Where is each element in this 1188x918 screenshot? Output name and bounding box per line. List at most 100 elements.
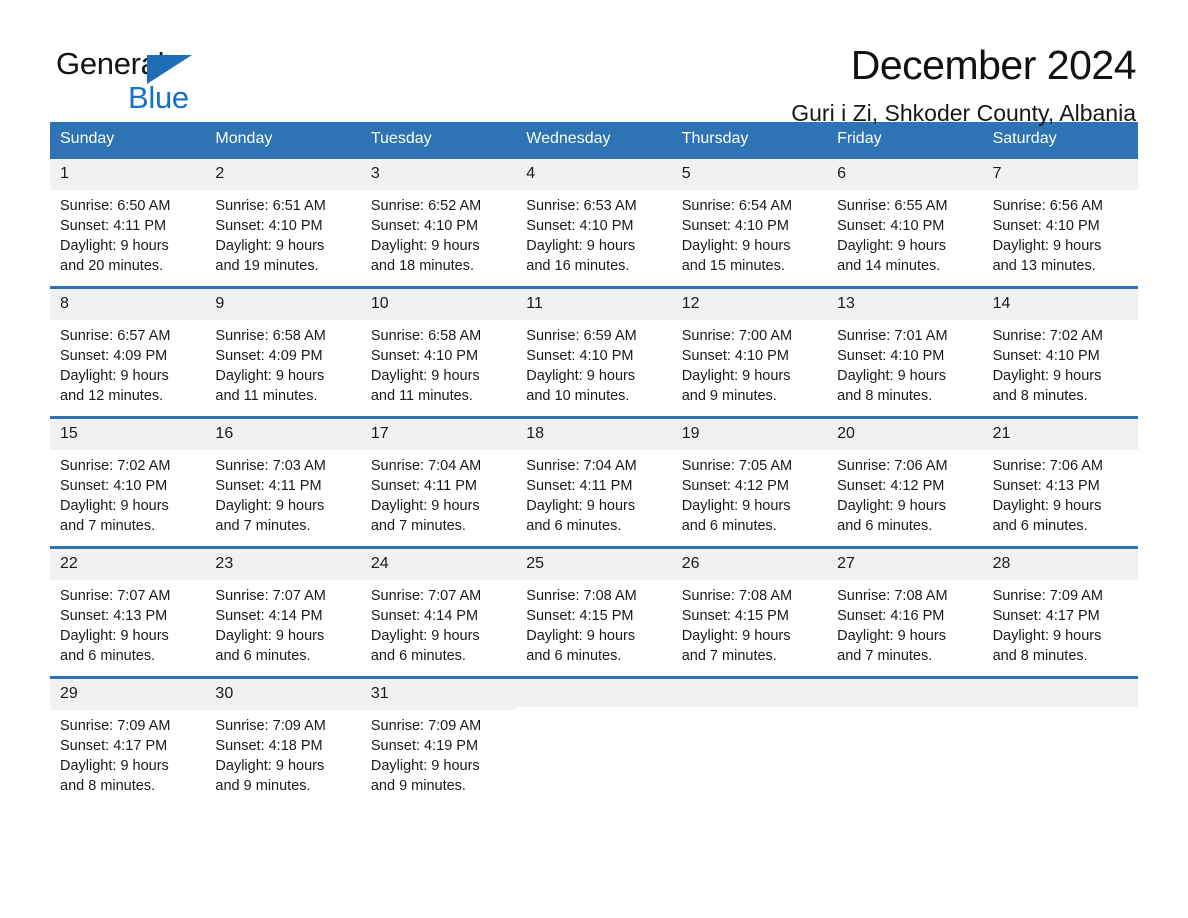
calendar-day-cell[interactable]: 12 Sunrise: 7:00 AM Sunset: 4:10 PM Dayligh… [671,289,828,407]
calendar-day-cell[interactable]: 10 Sunrise: 6:58 AM Sunset: 4:10 PM Dayligh… [360,289,517,407]
calendar-day-cell[interactable]: 17 Sunrise: 7:04 AM Sunset: 4:11 PM Dayligh… [360,419,517,537]
calendar-day-cell[interactable]: 3 Sunrise: 6:52 AM Sunset: 4:10 PM Daylight… [360,159,517,277]
calendar-day-cell[interactable]: 9 Sunrise: 6:58 AM Sunset: 4:09 PM Daylight… [205,289,361,407]
calendar-day-cell[interactable]: 27 Sunrise: 7:08 AM Sunset: 4:16 PM Dayligh… [827,549,983,667]
daylight-text: and 6 minutes. [215,647,311,664]
daylight-text: Daylight: 9 hours [370,237,480,254]
calendar-day-cell[interactable]: 29 Sunrise: 7:09 AM Sunset: 4:17 PM Dayligh… [50,679,206,797]
calendar-day-cell[interactable]: 5 Sunrise: 6:54 AM Sunset: 4:10 PM Daylight… [671,159,828,277]
daylight-text: and 8 minutes. [60,777,156,794]
weekday-header-monday: Monday [215,130,273,147]
daylight-text: and 6 minutes. [526,647,622,664]
weekday-header-thursday: Thursday [681,130,749,147]
daylight-text: Daylight: 9 hours [370,757,480,774]
calendar-day-cell[interactable]: 13 Sunrise: 7:01 AM Sunset: 4:10 PM Dayligh… [827,289,983,407]
sunrise-text: Sunrise: 7:02 AM [992,327,1103,344]
day-details: Sunrise: 6:52 AM Sunset: 4:10 PM Daylight:… [361,190,516,276]
day-details: Sunrise: 6:57 AM Sunset: 4:09 PM Daylight:… [50,320,205,406]
calendar-day-cell[interactable]: 20 Sunrise: 7:06 AM Sunset: 4:12 PM Dayligh… [827,419,983,537]
day-number: 3 [360,159,517,190]
sunset-text: Sunset: 4:10 PM [837,217,945,234]
day-details: Sunrise: 6:58 AM Sunset: 4:10 PM Daylight:… [361,320,516,406]
calendar-day-cell[interactable]: 7 Sunrise: 6:56 AM Sunset: 4:10 PM Daylight… [982,159,1138,277]
calendar-day-cell[interactable]: 1 Sunrise: 6:50 AM Sunset: 4:11 PM Daylight… [50,159,206,277]
day-number: 14 [982,289,1138,320]
day-number: 6 [827,159,983,190]
day-number: 28 [982,549,1138,580]
daylight-text: and 6 minutes. [526,517,622,534]
calendar-empty-cell [671,679,828,797]
calendar-day-cell[interactable]: 22 Sunrise: 7:07 AM Sunset: 4:13 PM Dayligh… [50,549,206,667]
daylight-text: Daylight: 9 hours [992,627,1102,644]
day-details [672,707,827,713]
calendar-day-cell[interactable]: 30 Sunrise: 7:09 AM Sunset: 4:18 PM Dayligh… [205,679,361,797]
calendar-day-cell[interactable]: 21 Sunrise: 7:06 AM Sunset: 4:13 PM Dayligh… [982,419,1138,537]
calendar-week-row: 1 Sunrise: 6:50 AM Sunset: 4:11 PM Daylight… [50,156,1138,278]
day-details: Sunrise: 7:06 AM Sunset: 4:13 PM Daylight:… [983,450,1138,536]
calendar-day-cell[interactable]: 25 Sunrise: 7:08 AM Sunset: 4:15 PM Dayligh… [516,549,672,667]
sunrise-text: Sunrise: 6:56 AM [992,197,1103,214]
day-number: 13 [827,289,983,320]
sunrise-text: Sunrise: 6:59 AM [526,327,637,344]
day-details: Sunrise: 6:51 AM Sunset: 4:10 PM Daylight:… [205,190,360,276]
calendar-day-cell[interactable]: 28 Sunrise: 7:09 AM Sunset: 4:17 PM Dayligh… [982,549,1138,667]
calendar-day-cell[interactable]: 23 Sunrise: 7:07 AM Sunset: 4:14 PM Dayligh… [205,549,361,667]
day-details [516,707,671,713]
day-details: Sunrise: 6:58 AM Sunset: 4:09 PM Daylight:… [205,320,360,406]
sunrise-text: Sunrise: 7:06 AM [837,457,948,474]
calendar-day-cell[interactable]: 19 Sunrise: 7:05 AM Sunset: 4:12 PM Dayligh… [671,419,828,537]
calendar-table: Sunday Monday Tuesday Wednesday Thursday… [50,122,1138,798]
sunset-text: Sunset: 4:10 PM [681,347,789,364]
daylight-text: Daylight: 9 hours [370,627,480,644]
calendar-day-cell[interactable]: 31 Sunrise: 7:09 AM Sunset: 4:19 PM Dayligh… [360,679,517,797]
weekday-header-saturday: Saturday [992,130,1057,147]
sunrise-text: Sunrise: 6:52 AM [370,197,482,214]
sunrise-text: Sunrise: 6:51 AM [215,197,326,214]
sunset-text: Sunset: 4:10 PM [215,217,323,234]
daylight-text: and 19 minutes. [215,257,319,274]
daylight-text: Daylight: 9 hours [526,367,636,384]
day-number: 16 [205,419,361,450]
sunrise-text: Sunrise: 6:50 AM [60,197,171,214]
calendar-day-cell[interactable]: 26 Sunrise: 7:08 AM Sunset: 4:15 PM Dayligh… [671,549,828,667]
day-number: 11 [516,289,672,320]
calendar-page: General Blue December 2024 Guri i Zi, Sh… [0,0,1188,918]
day-details: Sunrise: 7:06 AM Sunset: 4:12 PM Daylight:… [827,450,982,536]
day-details: Sunrise: 7:01 AM Sunset: 4:10 PM Daylight:… [827,320,982,406]
day-details: Sunrise: 6:56 AM Sunset: 4:10 PM Daylight:… [983,190,1138,276]
general-blue-logo[interactable]: General Blue [50,44,240,114]
day-number: 9 [205,289,361,320]
daylight-text: and 7 minutes. [215,517,311,534]
calendar-day-cell[interactable]: 16 Sunrise: 7:03 AM Sunset: 4:11 PM Dayligh… [205,419,361,537]
daylight-text: Daylight: 9 hours [526,237,636,254]
calendar-day-cell[interactable]: 2 Sunrise: 6:51 AM Sunset: 4:10 PM Daylight… [205,159,361,277]
calendar-week-row: 22 Sunrise: 7:07 AM Sunset: 4:13 PM Dayligh… [50,546,1138,668]
daylight-text: Daylight: 9 hours [681,627,791,644]
daylight-text: and 7 minutes. [837,647,933,664]
calendar-empty-cell [516,679,672,797]
calendar-weeks: 1 Sunrise: 6:50 AM Sunset: 4:11 PM Daylight… [50,156,1138,798]
calendar-day-cell[interactable]: 4 Sunrise: 6:53 AM Sunset: 4:10 PM Daylight… [516,159,672,277]
day-details: Sunrise: 6:54 AM Sunset: 4:10 PM Daylight:… [672,190,827,276]
daylight-text: Daylight: 9 hours [215,757,325,774]
calendar-day-cell[interactable]: 14 Sunrise: 7:02 AM Sunset: 4:10 PM Dayligh… [982,289,1138,407]
day-number: 19 [671,419,828,450]
logo-text-blue: Blue [128,80,189,115]
calendar-day-cell[interactable]: 15 Sunrise: 7:02 AM Sunset: 4:10 PM Dayligh… [50,419,206,537]
day-details: Sunrise: 7:07 AM Sunset: 4:13 PM Daylight:… [50,580,205,666]
sunset-text: Sunset: 4:11 PM [370,477,477,494]
calendar-day-cell[interactable]: 8 Sunrise: 6:57 AM Sunset: 4:09 PM Daylight… [50,289,206,407]
day-number [516,679,672,708]
sunset-text: Sunset: 4:11 PM [215,477,322,494]
sunrise-text: Sunrise: 6:57 AM [60,327,171,344]
calendar-day-cell[interactable]: 6 Sunrise: 6:55 AM Sunset: 4:10 PM Daylight… [827,159,983,277]
calendar-day-cell[interactable]: 18 Sunrise: 7:04 AM Sunset: 4:11 PM Dayligh… [516,419,672,537]
daylight-text: and 6 minutes. [370,647,466,664]
sunrise-text: Sunrise: 6:58 AM [370,327,482,344]
weekday-header-wednesday: Wednesday [526,130,611,147]
calendar-day-cell[interactable]: 24 Sunrise: 7:07 AM Sunset: 4:14 PM Dayligh… [360,549,517,667]
sunset-text: Sunset: 4:11 PM [60,217,167,234]
daylight-text: Daylight: 9 hours [681,367,791,384]
calendar-day-cell[interactable]: 11 Sunrise: 6:59 AM Sunset: 4:10 PM Dayligh… [516,289,672,407]
daylight-text: Daylight: 9 hours [837,627,946,644]
